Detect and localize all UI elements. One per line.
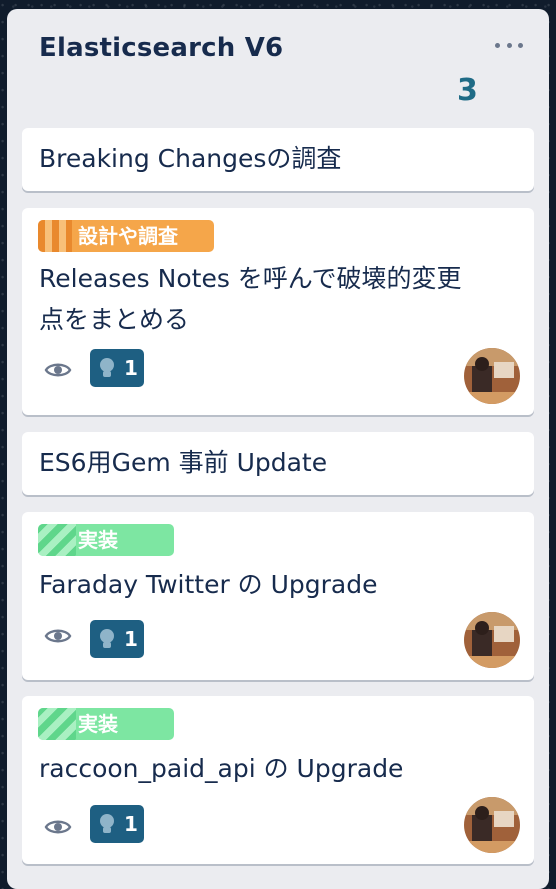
card-title-line1: Releases Notes を呼んで破壊的変更	[39, 264, 462, 293]
card-es6-gem-update[interactable]: ES6用Gem 事前 Update	[22, 432, 534, 495]
card-raccoon-paid-api[interactable]: 実装 raccoon_paid_api の Upgrade 1	[22, 696, 534, 864]
badge-count: 1	[124, 356, 138, 380]
card-title-line2: 点をまとめる	[39, 305, 190, 334]
label-text: 実装	[78, 712, 118, 736]
eye-icon	[44, 363, 72, 377]
card-count: 3	[457, 73, 478, 108]
checklist-badge[interactable]: 1	[90, 620, 144, 658]
label-design-research[interactable]: 設計や調査	[38, 220, 214, 252]
list-header: Elasticsearch V6 3	[7, 9, 549, 127]
badge-count: 1	[124, 627, 138, 651]
label-implementation[interactable]: 実装	[38, 524, 174, 556]
avatar[interactable]	[464, 348, 520, 404]
list-title[interactable]: Elasticsearch V6	[39, 33, 283, 63]
card-faraday-twitter[interactable]: 実装 Faraday Twitter の Upgrade 1	[22, 512, 534, 680]
checklist-badge[interactable]: 1	[90, 805, 144, 843]
lightbulb-icon	[100, 814, 114, 833]
card-title: Faraday Twitter の Upgrade	[39, 570, 378, 599]
avatar[interactable]	[464, 797, 520, 853]
label-implementation[interactable]: 実装	[38, 708, 174, 740]
label-stripe	[38, 708, 76, 740]
list: Elasticsearch V6 3 Breaking Changesの調査 設…	[7, 9, 549, 889]
lightbulb-icon	[100, 629, 114, 648]
avatar[interactable]	[464, 612, 520, 668]
label-stripe	[38, 220, 72, 252]
label-text: 設計や調査	[78, 224, 178, 248]
eye-icon	[44, 820, 72, 834]
card-title: ES6用Gem 事前 Update	[39, 448, 328, 477]
card-breaking-changes[interactable]: Breaking Changesの調査	[22, 128, 534, 191]
more-horizontal-icon[interactable]	[495, 39, 523, 51]
lightbulb-icon	[100, 358, 114, 377]
eye-icon	[44, 629, 72, 643]
card-title: Breaking Changesの調査	[39, 144, 342, 173]
label-stripe	[38, 524, 76, 556]
checklist-badge[interactable]: 1	[90, 349, 144, 387]
card-release-notes[interactable]: 設計や調査 Releases Notes を呼んで破壊的変更 点をまとめる 1	[22, 208, 534, 415]
card-title: raccoon_paid_api の Upgrade	[39, 754, 404, 783]
badge-count: 1	[124, 812, 138, 836]
label-text: 実装	[78, 528, 118, 552]
